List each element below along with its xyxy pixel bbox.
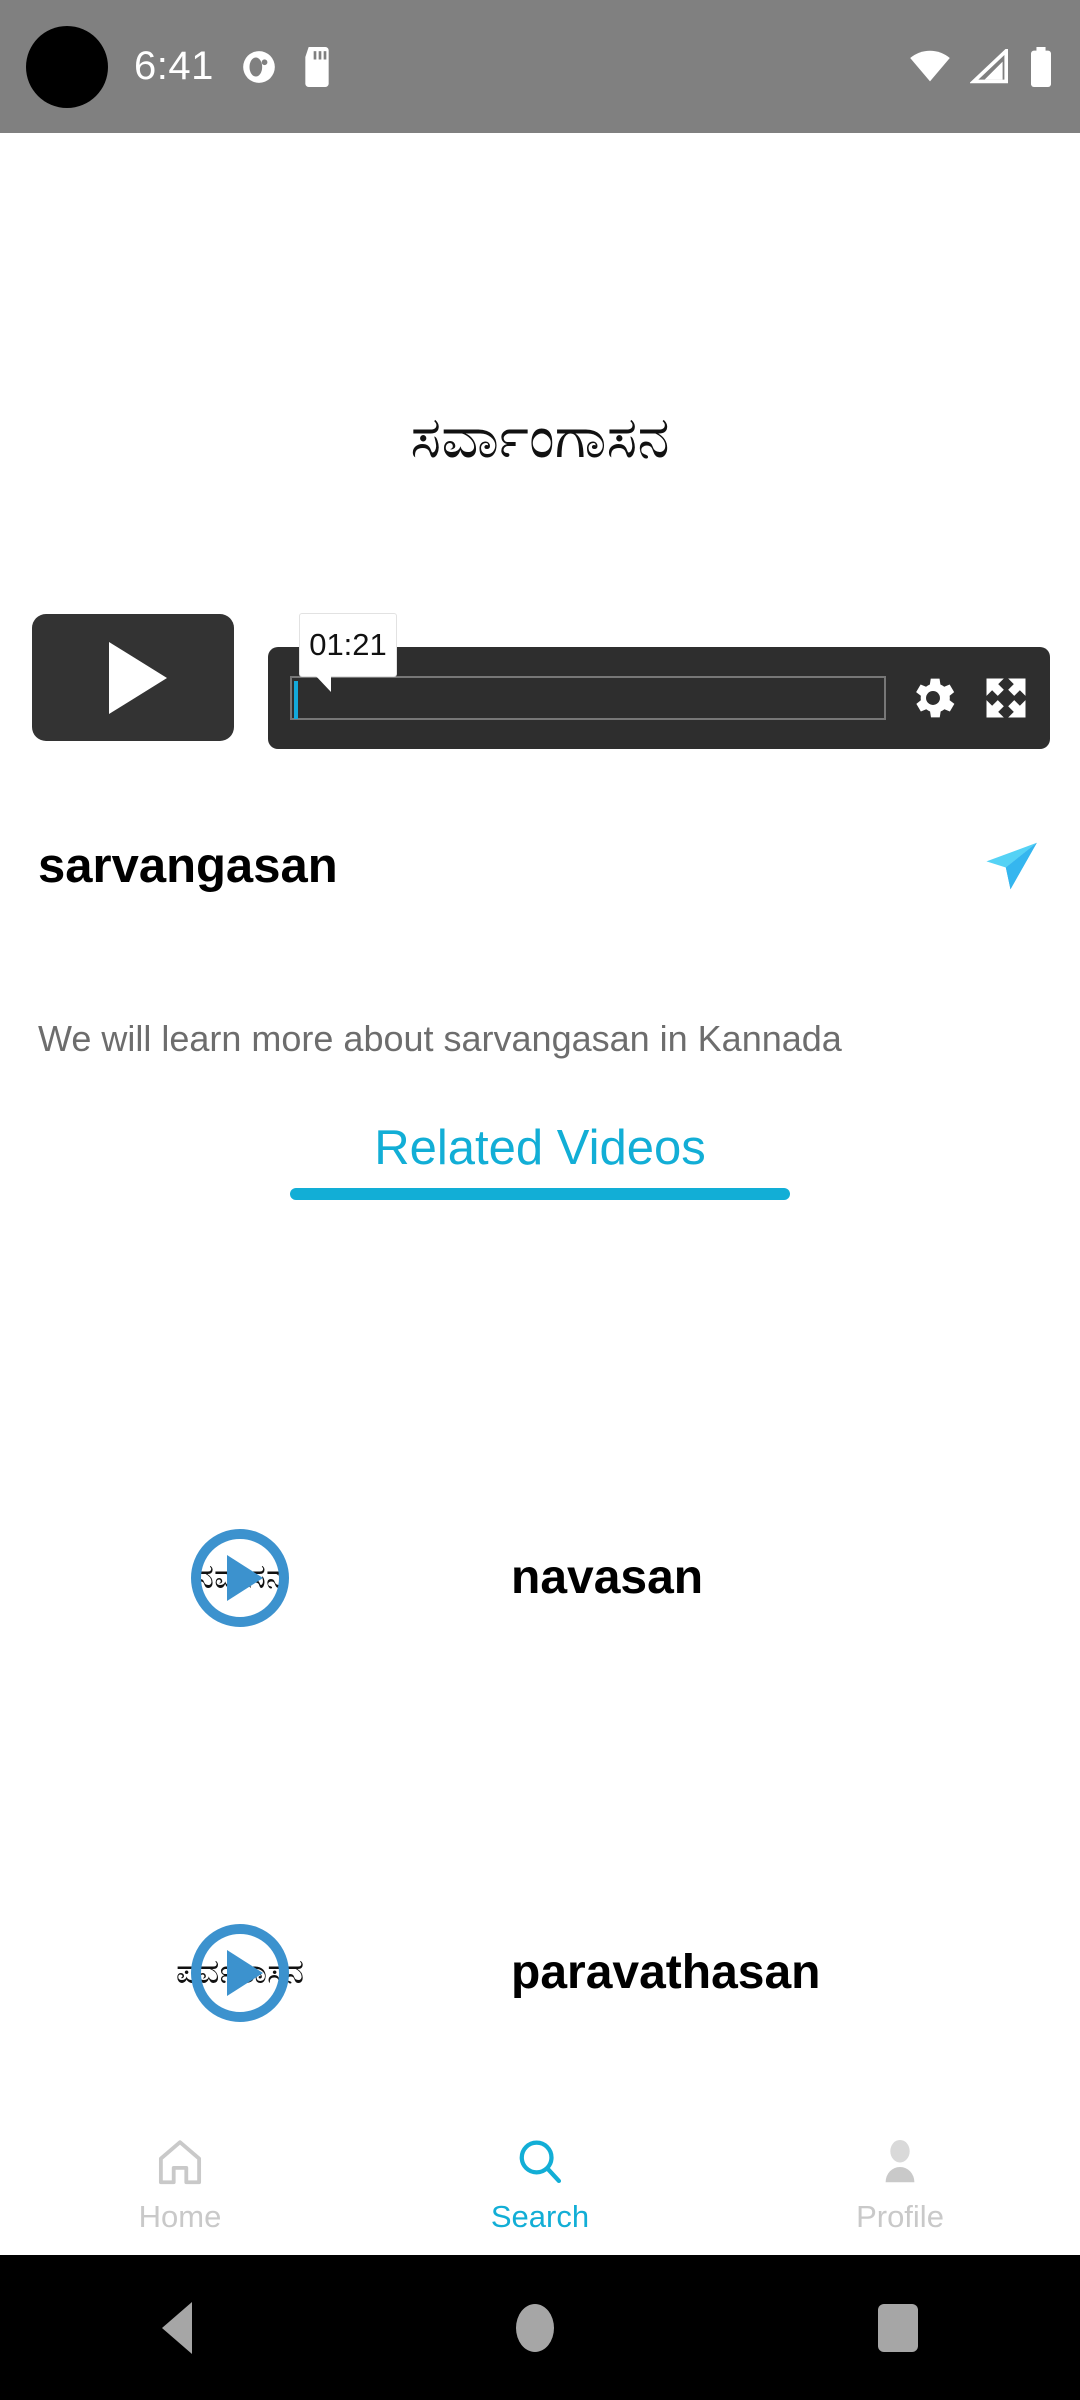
sd-card-icon: [305, 46, 329, 87]
tab-related-videos[interactable]: Related Videos: [290, 1108, 790, 1200]
status-bar: 6:41: [0, 0, 1080, 133]
video-title: sarvangasan: [38, 839, 338, 893]
list-item[interactable]: ನವಾಸನ navasan: [0, 1380, 1080, 1775]
list-item-label: paravathasan: [511, 1946, 821, 1999]
tab-active-indicator: [290, 1188, 790, 1200]
nav-item-profile[interactable]: Profile: [720, 2135, 1080, 2235]
nav-item-search-label: Search: [490, 2199, 590, 2234]
home-icon: [158, 2140, 202, 2185]
status-bar-right-icons: [908, 46, 1054, 87]
progress-bar[interactable]: [290, 676, 886, 720]
play-circle-icon[interactable]: [191, 1923, 289, 2022]
nav-item-home[interactable]: Home: [0, 2135, 360, 2235]
status-bar-clock: 6:41: [134, 44, 214, 88]
cellular-signal-icon: [970, 48, 1008, 83]
status-bar-left-icons: [240, 46, 334, 87]
tab-bar: Related Videos: [0, 1108, 1080, 1200]
bottom-navigation: Home Search Profile: [0, 2115, 1080, 2255]
video-player[interactable]: 01:21: [32, 614, 1050, 749]
nav-item-search[interactable]: Search: [360, 2135, 720, 2235]
nav-item-profile-label: Profile: [856, 2199, 944, 2234]
play-icon: [109, 641, 167, 714]
battery-icon: [1031, 46, 1051, 87]
app-screen: 6:41 ಸರ್ವಾಂಗಾಸನ 01:21 sarvangasan We wil…: [0, 0, 1080, 2400]
video-thumbnail[interactable]: ನವಾಸನ: [135, 1503, 345, 1653]
play-button[interactable]: [32, 614, 234, 741]
list-item-label: navasan: [511, 1551, 704, 1604]
search-icon: [519, 2140, 562, 2184]
recents-square-icon[interactable]: [878, 2303, 918, 2352]
nav-item-home-label: Home: [138, 2199, 222, 2234]
tab-related-videos-label: Related Videos: [374, 1121, 706, 1175]
person-icon: [885, 2139, 915, 2183]
list-item[interactable]: ಪರ್ವತಾಸನ paravathasan: [0, 1775, 1080, 2170]
home-circle-icon[interactable]: [516, 2303, 554, 2352]
gear-icon[interactable]: [906, 671, 960, 725]
badge-circle-icon: [243, 50, 275, 83]
play-triangle: [227, 1949, 263, 1996]
video-description: We will learn more about sarvangasan in …: [38, 1018, 842, 1059]
system-navigation-bar: [0, 2255, 1080, 2400]
back-triangle-icon[interactable]: [162, 2301, 192, 2354]
wifi-icon: [910, 50, 950, 81]
time-tooltip-label: 01:21: [309, 627, 387, 662]
related-videos-list: ನವಾಸನ navasan ಪರ್ವತಾಸನ paravathasan: [0, 1380, 1080, 2170]
video-title-kannada: ಸರ್ವಾಂಗಾಸನ: [410, 405, 670, 470]
play-circle-icon[interactable]: [191, 1528, 289, 1627]
progress-scrubber[interactable]: [294, 681, 298, 719]
fullscreen-icon[interactable]: [980, 672, 1032, 724]
time-tooltip: 01:21: [300, 614, 396, 692]
video-title-row: sarvangasan: [38, 826, 1042, 906]
camera-punchhole: [26, 25, 108, 108]
video-thumbnail[interactable]: ಪರ್ವತಾಸನ: [135, 1898, 345, 2048]
send-plane-icon[interactable]: [980, 835, 1042, 897]
play-triangle: [227, 1554, 263, 1601]
